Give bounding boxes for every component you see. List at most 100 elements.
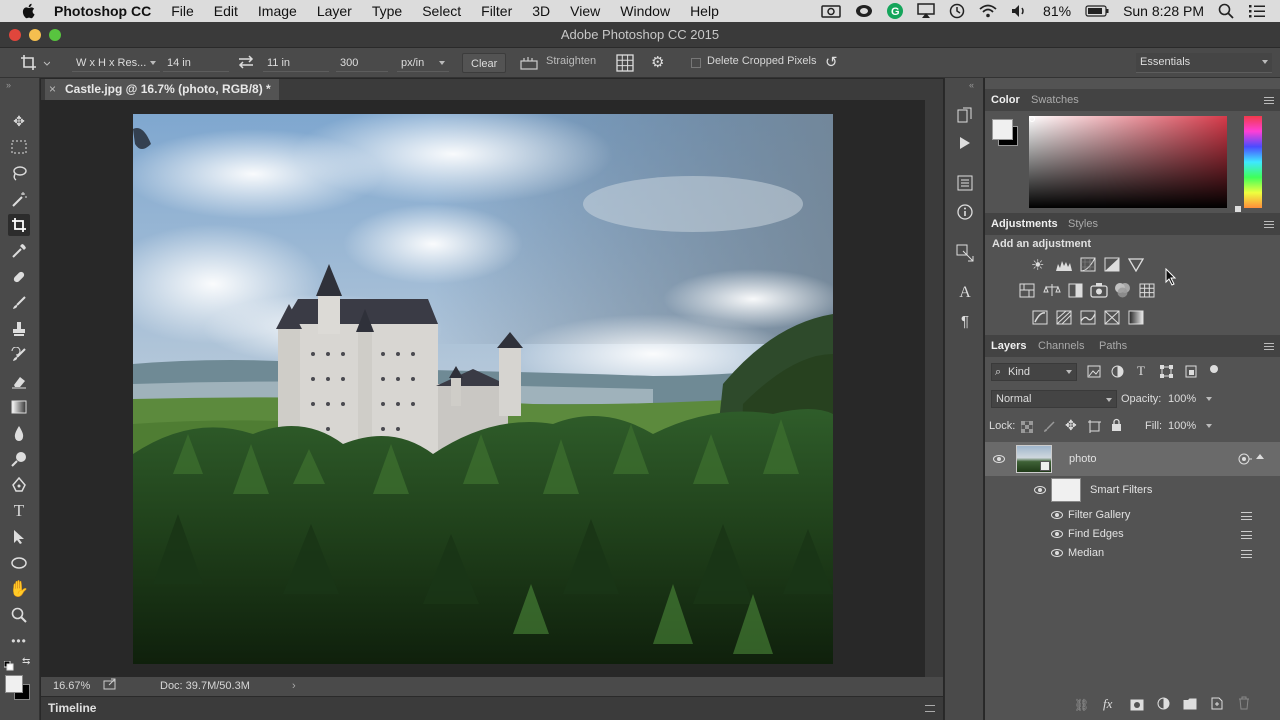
lasso-tool-icon[interactable] [8,162,30,184]
filter-row-find-edges[interactable]: Find Edges [985,525,1280,544]
lock-image-pixels-icon[interactable] [1043,420,1055,438]
volume-icon[interactable] [1011,4,1029,18]
menu-app-name[interactable]: Photoshop CC [54,0,151,22]
invert-icon[interactable] [1032,310,1048,330]
tab-adjustments[interactable]: Adjustments [991,213,1058,235]
workspace-dropdown[interactable]: Essentials [1136,53,1272,73]
new-layer-icon[interactable] [1211,697,1223,715]
layer-filter-kind-dropdown[interactable]: ⌕ Kind [991,363,1077,381]
magic-wand-tool-icon[interactable] [8,188,30,210]
lock-artboard-icon[interactable] [1088,420,1101,438]
info-panel-icon[interactable] [954,201,976,223]
character-panel-icon[interactable]: A [954,282,976,304]
clone-stamp-tool-icon[interactable] [8,318,30,340]
find-edges-visibility-eye-icon[interactable] [1051,530,1063,538]
vertical-scrollbar[interactable] [925,100,943,677]
color-panel-foreground-swatch[interactable] [992,119,1013,140]
link-layers-icon[interactable]: ⛓ [1074,698,1089,712]
delete-layer-trash-icon[interactable] [1238,696,1250,715]
swap-dimensions-icon[interactable] [238,55,254,72]
exposure-icon[interactable] [1104,257,1120,277]
tab-channels[interactable]: Channels [1038,335,1084,357]
healing-brush-tool-icon[interactable] [8,266,30,288]
crop-settings-gear-icon[interactable]: ⚙ [651,53,664,71]
new-group-folder-icon[interactable] [1183,697,1197,715]
collapse-toolbar-icon[interactable]: » [6,80,11,90]
canvas-area[interactable] [41,100,925,677]
dodge-tool-icon[interactable] [8,448,30,470]
doc-size-info[interactable]: Doc: 39.7M/50.3M [160,677,250,696]
median-visibility-eye-icon[interactable] [1051,549,1063,557]
move-tool-icon[interactable]: ✥ [8,110,30,132]
wifi-icon[interactable] [979,4,997,18]
median-blending-options-icon[interactable] [1241,550,1252,558]
eraser-tool-icon[interactable] [8,370,30,392]
color-picker-handle[interactable] [1029,116,1035,122]
timeline-menu-icon[interactable] [925,705,935,712]
resolution-field[interactable]: 300 [336,54,388,72]
layer-visibility-eye-icon[interactable] [993,455,1005,463]
overlay-grid-icon[interactable] [616,54,634,75]
add-layer-mask-icon[interactable] [1130,698,1144,716]
crop-tool-icon[interactable] [8,214,30,236]
menu-type[interactable]: Type [372,0,402,22]
smart-filter-mask-thumbnail[interactable] [1051,478,1081,502]
type-tool-icon[interactable]: T [8,500,30,522]
tab-swatches[interactable]: Swatches [1031,89,1079,111]
filter-row-median[interactable]: Median [985,544,1280,563]
camera-icon[interactable] [821,4,841,18]
straighten-label[interactable]: Straighten [546,55,596,67]
smart-filter-indicator-icon[interactable] [1238,453,1252,468]
tab-paths[interactable]: Paths [1099,335,1127,357]
filter-adjustment-layers-icon[interactable] [1111,365,1124,383]
posterize-icon[interactable] [1056,310,1072,330]
ellipse-tool-icon[interactable] [8,552,30,574]
collapse-effects-icon[interactable] [1256,454,1264,459]
delete-cropped-pixels-checkbox[interactable] [691,58,701,68]
blend-mode-dropdown[interactable]: Normal [991,390,1117,408]
spotlight-search-icon[interactable] [1218,3,1234,19]
layer-name[interactable]: photo [1069,453,1097,465]
adjustments-panel-menu-icon[interactable] [1264,221,1274,228]
crop-tool-preset-icon[interactable] [20,54,51,75]
filter-gallery-label[interactable]: Filter Gallery [1068,509,1130,521]
menu-select[interactable]: Select [422,0,461,22]
brightness-contrast-icon[interactable]: ☀ [1031,256,1044,274]
lock-position-icon[interactable]: ✥ [1065,417,1077,434]
crop-width-field[interactable]: 14 in [163,54,229,72]
gradient-map-icon[interactable] [1128,310,1144,330]
resolution-unit-dropdown[interactable]: px/in [397,54,449,72]
levels-icon[interactable] [1055,258,1073,277]
layer-row-photo[interactable]: photo [985,442,1280,476]
photo-filter-icon[interactable] [1090,282,1108,303]
history-panel-icon[interactable] [954,104,976,126]
airplay-icon[interactable] [917,3,935,19]
expand-dock-icon[interactable]: « [969,80,974,90]
layer-row-smart-filters[interactable]: Smart Filters [985,476,1280,504]
hand-tool-icon[interactable]: ✋ [8,578,30,600]
tab-layers[interactable]: Layers [991,335,1026,357]
filter-type-layers-icon[interactable]: T [1137,363,1145,379]
foreground-color-swatch[interactable] [5,675,23,693]
delete-cropped-pixels-label[interactable]: Delete Cropped Pixels [707,55,816,67]
opacity-field[interactable]: 100% [1168,390,1216,408]
find-edges-blending-options-icon[interactable] [1241,531,1252,539]
default-colors-icon[interactable] [3,658,14,676]
black-white-icon[interactable] [1068,283,1083,303]
color-panel-menu-icon[interactable] [1264,97,1274,104]
filter-smart-objects-icon[interactable] [1185,365,1197,383]
reset-crop-icon[interactable]: ↺ [825,53,838,71]
export-icon[interactable] [103,678,117,697]
filter-toggle-icon[interactable] [1210,365,1218,373]
hue-slider-handle[interactable] [1235,206,1241,212]
channel-mixer-icon[interactable] [1114,282,1131,303]
actions-play-icon[interactable] [954,132,976,154]
hue-saturation-icon[interactable] [1019,283,1035,303]
menubar-clock[interactable]: Sun 8:28 PM [1123,3,1204,19]
color-balance-icon[interactable] [1043,283,1061,303]
document-tab[interactable]: × Castle.jpg @ 16.7% (photo, RGB/8) * [45,79,279,100]
fill-field[interactable]: 100% [1168,417,1216,435]
color-spectrum-field[interactable] [1029,116,1227,208]
median-label[interactable]: Median [1068,547,1104,559]
find-edges-label[interactable]: Find Edges [1068,528,1124,540]
